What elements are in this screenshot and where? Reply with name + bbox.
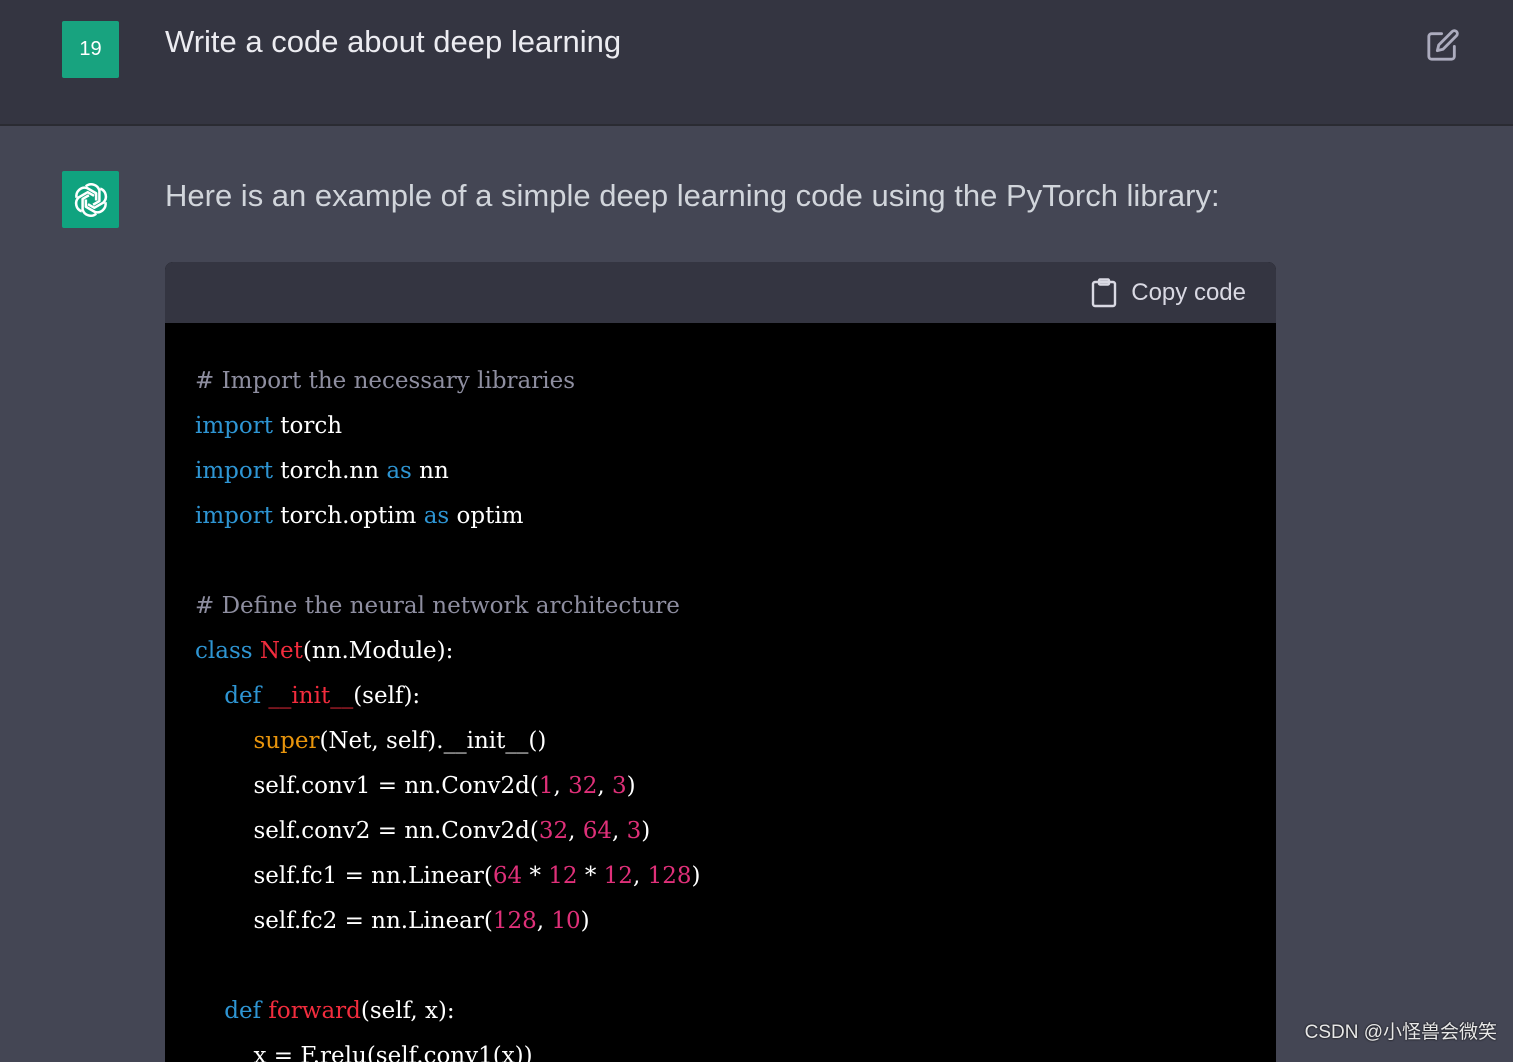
code-content[interactable]: # Import the necessary libraries import t… (195, 359, 700, 1062)
code-token: 32 (538, 818, 569, 844)
code-token: 64 (582, 818, 613, 844)
code-token: self.fc1 = nn.Linear( (195, 863, 493, 889)
code-token: # Define the neural network architecture (195, 593, 680, 619)
code-token: super (253, 728, 320, 754)
code-token: import (195, 458, 273, 484)
code-block-header: Copy code (165, 262, 1276, 323)
code-token: import (195, 413, 273, 439)
code-token: torch.optim (272, 503, 424, 529)
code-token: 12 (603, 863, 633, 889)
code-token: Net (259, 638, 303, 664)
code-token: torch.nn (272, 458, 387, 484)
code-token: , (597, 773, 613, 799)
openai-logo-icon (74, 182, 107, 217)
code-token: self.conv1 = nn.Conv2d( (195, 773, 539, 799)
code-token: import (195, 503, 273, 529)
code-line: def __init__(self): (195, 674, 700, 719)
code-token: , (612, 818, 627, 844)
code-token: 10 (551, 908, 581, 934)
code-token: ) (641, 818, 651, 844)
code-token: (self, x): (360, 998, 455, 1024)
copy-code-label: Copy code (1131, 279, 1246, 306)
code-token: # Import the necessary libraries (195, 368, 576, 394)
code-token: nn (411, 458, 449, 484)
user-avatar: 19 (62, 21, 119, 78)
code-token: def (224, 683, 262, 709)
code-token: , (632, 863, 648, 889)
code-token: self.conv2 = nn.Conv2d( (195, 818, 539, 844)
code-token: as (386, 458, 412, 484)
watermark: CSDN @小怪兽会微笑 (1304, 1022, 1497, 1043)
code-token: x = F.relu(self.conv1(x)) (195, 1043, 533, 1062)
code-token: * (522, 863, 549, 889)
user-message-text: Write a code about deep learning (165, 24, 622, 59)
code-line: self.conv2 = nn.Conv2d(32, 64, 3) (195, 809, 700, 854)
code-token: 64 (492, 863, 523, 889)
code-token: 128 (647, 863, 692, 889)
assistant-avatar (62, 171, 119, 228)
user-message-row: 19 Write a code about deep learning (0, 0, 1513, 126)
code-token: 3 (612, 773, 627, 799)
edit-icon[interactable] (1426, 28, 1460, 62)
code-token: , (536, 908, 552, 934)
code-token: 12 (548, 863, 578, 889)
clipboard-icon (1092, 278, 1117, 308)
code-line: self.fc2 = nn.Linear(128, 10) (195, 899, 700, 944)
assistant-message-text: Here is an example of a simple deep lear… (165, 178, 1220, 213)
code-token: torch (272, 413, 343, 439)
code-line: super(Net, self).__init__() (195, 719, 700, 764)
code-token: , (568, 818, 583, 844)
code-line: def forward(self, x): (195, 989, 700, 1034)
code-token: 1 (538, 773, 554, 799)
code-token: def (224, 998, 262, 1024)
code-token: self.fc2 = nn.Linear( (195, 908, 493, 934)
code-token: as (423, 503, 450, 529)
code-line: import torch.nn as nn (195, 449, 700, 494)
code-token: ) (580, 908, 590, 934)
code-line: x = F.relu(self.conv1(x)) (195, 1034, 700, 1062)
code-token: class (195, 638, 253, 664)
code-token: 3 (626, 818, 642, 844)
code-line: # Import the necessary libraries (195, 359, 700, 404)
code-token: forward (268, 998, 361, 1024)
code-token: 32 (568, 773, 598, 799)
copy-code-button[interactable]: Copy code (1091, 278, 1246, 308)
code-line: class Net(nn.Module): (195, 629, 700, 674)
code-line: self.conv1 = nn.Conv2d(1, 32, 3) (195, 764, 700, 809)
code-line: import torch.optim as optim (195, 494, 700, 539)
code-line: self.fc1 = nn.Linear(64 * 12 * 12, 128) (195, 854, 700, 899)
code-token: * (577, 863, 604, 889)
code-token: (Net, self).__init__() (319, 728, 547, 754)
code-block: Copy code # Import the necessary librari… (165, 262, 1276, 1062)
code-token: (nn.Module): (302, 638, 454, 664)
code-token: ) (691, 863, 701, 889)
code-token: optim (449, 503, 524, 529)
code-token: , (553, 773, 569, 799)
code-line: # Define the neural network architecture (195, 584, 700, 629)
code-line: import torch (195, 404, 700, 449)
code-token: __init__ (268, 683, 354, 709)
code-token: ) (626, 773, 636, 799)
code-token: 128 (492, 908, 537, 934)
code-token: (self): (353, 683, 421, 709)
